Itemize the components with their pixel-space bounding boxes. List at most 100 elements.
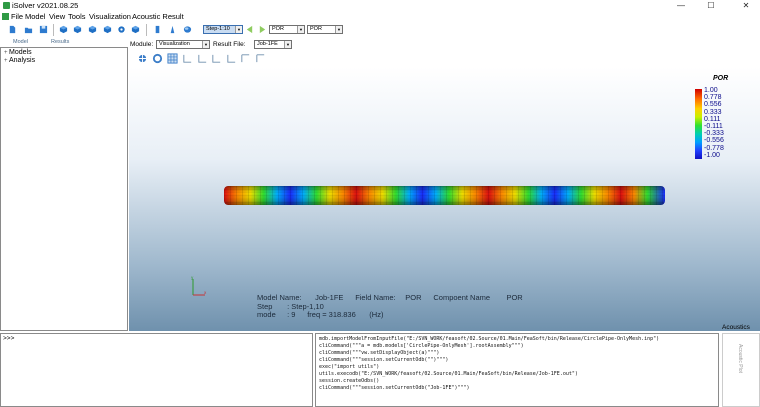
cube-1-icon[interactable] bbox=[59, 25, 68, 34]
prev-step-icon[interactable] bbox=[245, 25, 254, 34]
chevron-down-icon: ▼ bbox=[202, 41, 209, 48]
legend-value: -0.333 bbox=[704, 130, 724, 138]
field-select-1-value: POR bbox=[272, 26, 284, 32]
freq-unit: (Hz) bbox=[369, 310, 384, 319]
script-line: cliCommand("""session.setCurrentOdb("Job… bbox=[319, 385, 470, 391]
window-title: iSolver v2021.08.25 bbox=[12, 1, 79, 10]
model-tree-panel: +Models +Analysis bbox=[0, 47, 128, 331]
cube-4-icon[interactable] bbox=[103, 25, 112, 34]
legend-value: 0.111 bbox=[704, 115, 721, 123]
freq-label: freq = 318.836 bbox=[307, 310, 356, 319]
tab-model[interactable]: Model bbox=[13, 39, 28, 45]
tree-item-label: Models bbox=[9, 49, 32, 56]
result-info: Model Name: Job-1FE Field Name: POR Comp… bbox=[257, 293, 523, 320]
script-line: exec("import utils") bbox=[319, 364, 380, 370]
view-bottom-icon[interactable] bbox=[255, 53, 266, 64]
view-left-icon[interactable] bbox=[211, 53, 222, 64]
result-file-label: Result File: bbox=[213, 41, 246, 48]
script-line: cliCommand("""a = mdb.models['CirclePipe… bbox=[319, 343, 524, 349]
menu-view[interactable]: View bbox=[49, 12, 65, 22]
script-line: cliCommand("""vw.setDisplayObject(a)""") bbox=[319, 350, 440, 356]
legend-title: POR bbox=[713, 75, 729, 82]
module-select[interactable]: Visualization ▼ bbox=[156, 40, 210, 49]
step-select[interactable]: Step-1:10 ▼ bbox=[203, 25, 243, 34]
pan-rotate-icon[interactable] bbox=[137, 53, 148, 64]
open-file-icon[interactable] bbox=[24, 25, 33, 34]
cube-3-icon[interactable] bbox=[88, 25, 97, 34]
new-file-icon[interactable] bbox=[8, 25, 17, 34]
result-file-select[interactable]: Job-1FE ▼ bbox=[254, 40, 292, 49]
column-1-icon[interactable] bbox=[153, 25, 162, 34]
maximize-button[interactable]: ☐ bbox=[700, 0, 722, 12]
script-log[interactable]: mdb.importModelFromInputFile("E:/SVN_WOR… bbox=[315, 333, 719, 407]
legend-value: -1.00 bbox=[704, 151, 720, 159]
menu-file[interactable]: File bbox=[11, 12, 23, 22]
refresh-icon[interactable] bbox=[152, 53, 163, 64]
view-top-icon[interactable] bbox=[240, 53, 251, 64]
console-prompt: >>> bbox=[3, 335, 15, 342]
menu-acoustic-result[interactable]: Acoustic Result bbox=[132, 12, 184, 22]
column-2-icon[interactable] bbox=[168, 25, 177, 34]
axis-triad-icon: y x bbox=[191, 275, 207, 296]
legend-value: 0.778 bbox=[704, 94, 722, 102]
tab-results[interactable]: Results bbox=[51, 39, 69, 45]
toolbar-separator bbox=[146, 24, 147, 36]
view-back-icon[interactable] bbox=[197, 53, 208, 64]
legend-value: -0.778 bbox=[704, 144, 724, 152]
minimize-button[interactable]: — bbox=[670, 0, 692, 12]
legend-value: -0.111 bbox=[704, 123, 723, 130]
field-select-2[interactable]: POR ▼ bbox=[307, 25, 343, 34]
tree-item-models[interactable]: +Models bbox=[4, 49, 32, 57]
python-console[interactable]: >>> bbox=[0, 333, 313, 407]
legend-value: 1.00 bbox=[704, 87, 718, 94]
pipe-mesh[interactable] bbox=[224, 186, 665, 205]
field-name-value: POR bbox=[405, 293, 422, 302]
script-line: utils.execodb("E:/SVN_WORK/feasoft/02.So… bbox=[319, 371, 578, 377]
module-select-value: Visualization bbox=[159, 41, 190, 47]
legend-value: 0.333 bbox=[704, 108, 722, 116]
field-select-2-value: POR bbox=[310, 26, 322, 32]
axis-x-label: x bbox=[204, 290, 207, 295]
acoustic-plot-label: Acoustic Plot bbox=[737, 344, 743, 373]
next-step-icon[interactable] bbox=[258, 25, 267, 34]
tab-acoustics[interactable]: Acoustics bbox=[722, 324, 750, 331]
menu-tools[interactable]: Tools bbox=[68, 12, 86, 22]
legend-value: 0.556 bbox=[704, 101, 722, 109]
step-select-value: Step-1:10 bbox=[206, 26, 230, 32]
script-line: session.createOdbs() bbox=[319, 378, 380, 384]
menu-model[interactable]: Model bbox=[25, 12, 45, 22]
tree-item-analysis[interactable]: +Analysis bbox=[4, 57, 35, 65]
app-icon bbox=[3, 2, 10, 9]
module-label: Module: bbox=[130, 41, 154, 48]
view-right-icon[interactable] bbox=[226, 53, 237, 64]
app-logo-icon bbox=[2, 13, 9, 20]
field-select-1[interactable]: POR ▼ bbox=[269, 25, 305, 34]
component-name-label: Compoent Name bbox=[433, 293, 491, 302]
close-button[interactable]: ✕ bbox=[735, 0, 757, 12]
component-name-value: POR bbox=[506, 293, 523, 302]
menu-visualization[interactable]: Visualization bbox=[89, 12, 131, 22]
sphere-icon[interactable] bbox=[183, 25, 192, 34]
module-bar: Module: Visualization ▼ Result File: Job-… bbox=[129, 39, 760, 50]
main-toolbar: Step-1:10 ▼ POR ▼ POR ▼ bbox=[0, 22, 760, 38]
save-icon[interactable] bbox=[39, 25, 48, 34]
mode-label: mode bbox=[257, 310, 276, 319]
script-line: mdb.importModelFromInputFile("E:/SVN_WOR… bbox=[319, 336, 660, 342]
mode-value: : 9 bbox=[287, 310, 296, 319]
legend-color-bar bbox=[695, 89, 702, 159]
result-file-select-value: Job-1FE bbox=[257, 41, 278, 47]
view-front-icon[interactable] bbox=[182, 53, 193, 64]
cube-2-icon[interactable] bbox=[73, 25, 82, 34]
field-name-label: Field Name: bbox=[355, 293, 396, 302]
toolbar-separator bbox=[53, 24, 54, 36]
grid-mesh-icon[interactable] bbox=[167, 53, 178, 64]
gear-cube-icon[interactable] bbox=[117, 25, 126, 34]
chevron-down-icon: ▼ bbox=[297, 26, 304, 33]
tree-item-label: Analysis bbox=[9, 57, 36, 64]
script-line: cliCommand("""session.setCurrentOdb("")"… bbox=[319, 357, 449, 363]
legend-value: -0.556 bbox=[704, 137, 724, 145]
menu-bar: File Model View Tools Visualization Acou… bbox=[0, 12, 760, 22]
title-bar: iSolver v2021.08.25 — ☐ ✕ bbox=[0, 0, 760, 12]
3d-viewport[interactable]: POR 1.00 0.778 0.556 0.333 0.111 -0.111 -0.333… bbox=[129, 67, 760, 331]
cube-5-icon[interactable] bbox=[131, 25, 140, 34]
